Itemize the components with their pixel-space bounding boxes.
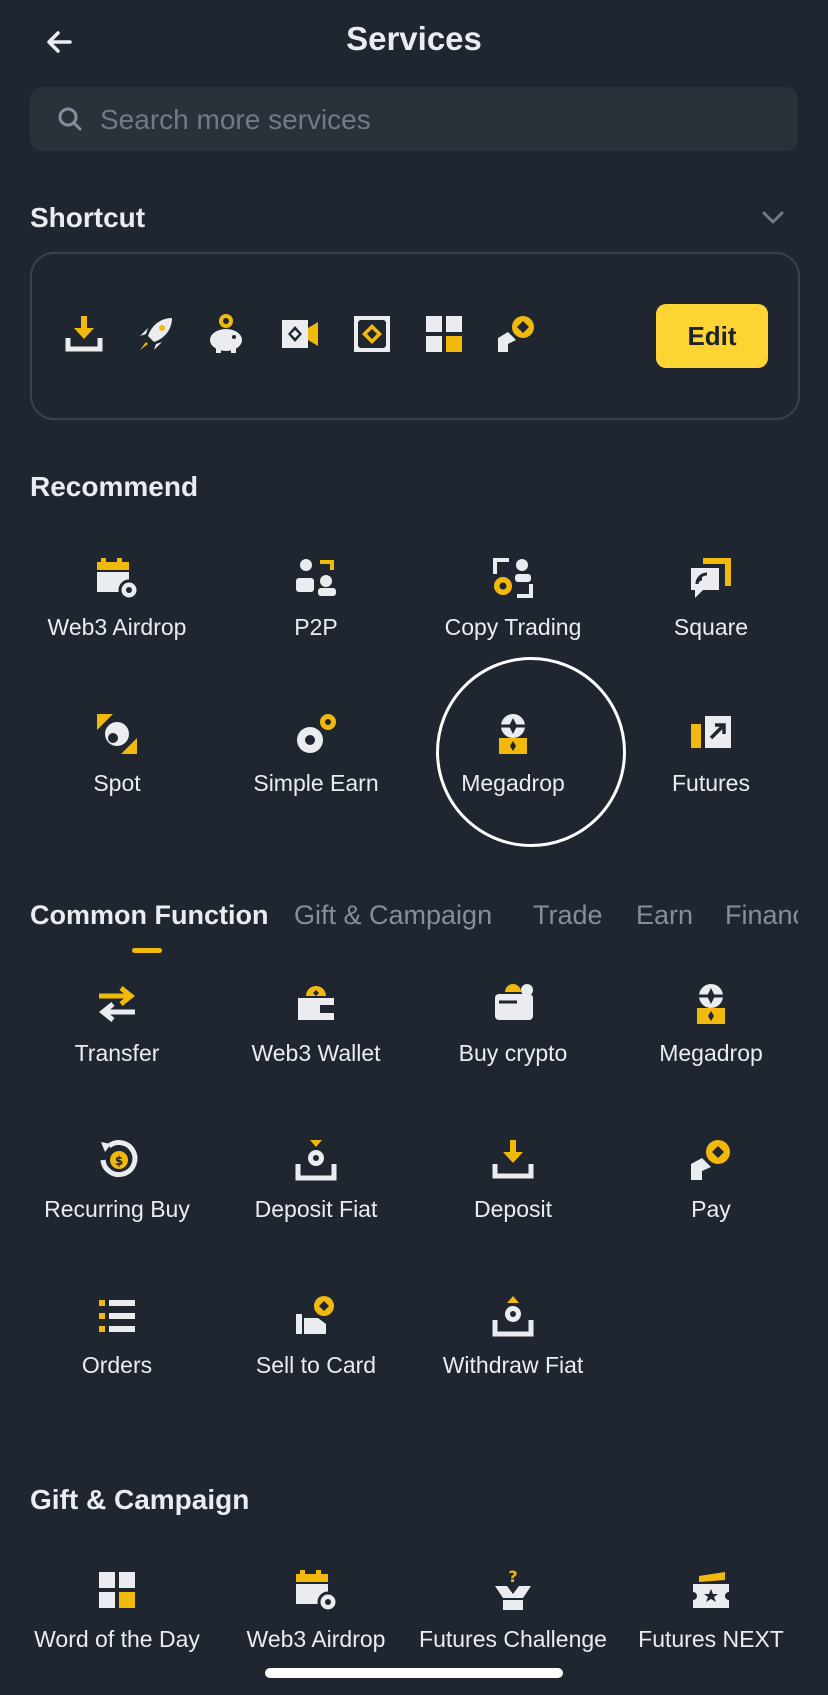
service-label: Word of the Day	[34, 1626, 200, 1652]
pay-icon[interactable]	[496, 314, 536, 354]
service-copy-trading[interactable]: Copy Trading	[413, 556, 613, 641]
service-label: Simple Earn	[253, 770, 379, 796]
futures-icon	[691, 716, 731, 748]
active-tab-indicator	[132, 948, 162, 953]
service-label: Web3 Airdrop	[246, 1626, 386, 1652]
service-word-of-the-day[interactable]: Word of the Day	[17, 1568, 217, 1653]
service-label: Deposit	[474, 1196, 552, 1222]
shortcut-title: Shortcut	[30, 202, 146, 233]
svg-text:?: ?	[508, 1568, 517, 1586]
highlight-ring	[436, 657, 626, 847]
service-withdraw-fiat[interactable]: Withdraw Fiat	[413, 1294, 613, 1379]
service-web3-wallet[interactable]: Web3 Wallet	[216, 982, 416, 1067]
people-icon	[296, 559, 336, 596]
service-label: Web3 Airdrop	[47, 614, 187, 640]
svg-text:$: $	[115, 1154, 123, 1168]
ticket-icon	[693, 1572, 729, 1608]
challenge-icon: ?	[495, 1568, 531, 1610]
orders-icon	[99, 1300, 135, 1332]
gift-campaign-title: Gift & Campaign	[30, 1484, 250, 1515]
service-futures-next[interactable]: Futures NEXT	[611, 1568, 811, 1653]
service-transfer[interactable]: Transfer	[17, 982, 217, 1067]
tab-finance[interactable]: Finance	[725, 900, 798, 931]
service-recurring-buy[interactable]: $ Recurring Buy	[17, 1138, 217, 1223]
service-label: Copy Trading	[444, 614, 582, 640]
tab-earn[interactable]: Earn	[636, 900, 693, 931]
tab-gift-campaign[interactable]: Gift & Campaign	[294, 900, 492, 931]
grid-icon[interactable]	[424, 314, 464, 354]
deposit-icon[interactable]	[64, 314, 104, 354]
service-label: Web3 Wallet	[251, 1040, 381, 1066]
withdraw-fiat-icon	[492, 1296, 534, 1337]
service-label: Futures Challenge	[419, 1626, 607, 1652]
service-futures-challenge[interactable]: ? Futures Challenge	[413, 1568, 613, 1653]
service-label: Megadrop	[659, 1040, 763, 1066]
service-label: Pay	[691, 1196, 731, 1222]
piggy-bank-icon[interactable]	[206, 314, 246, 354]
tab-common-function[interactable]: Common Function	[30, 900, 268, 931]
search-icon	[58, 107, 82, 131]
service-futures[interactable]: Futures	[611, 712, 811, 797]
service-orders[interactable]: Orders	[17, 1294, 217, 1379]
service-simple-earn[interactable]: Simple Earn	[216, 712, 416, 797]
megadrop-icon	[697, 984, 725, 1024]
calendar-airdrop-icon	[97, 558, 139, 600]
square-icon	[691, 558, 731, 598]
edit-shortcut-button[interactable]: Edit	[656, 304, 768, 368]
buy-crypto-icon	[495, 984, 533, 1020]
binance-pay-icon[interactable]	[280, 314, 320, 354]
recommend-title: Recommend	[30, 471, 199, 502]
service-megadrop-common[interactable]: Megadrop	[611, 982, 811, 1067]
recurring-icon: $	[100, 1140, 138, 1178]
service-label: Orders	[81, 1352, 153, 1378]
service-label: Buy crypto	[458, 1040, 568, 1066]
grid-icon	[99, 1572, 135, 1608]
service-buy-crypto[interactable]: Buy crypto	[413, 982, 613, 1067]
sell-card-icon	[296, 1296, 334, 1334]
service-square[interactable]: Square	[611, 556, 811, 641]
service-p2p[interactable]: P2P	[216, 556, 416, 641]
service-pay[interactable]: Pay	[611, 1138, 811, 1223]
service-deposit-fiat[interactable]: Deposit Fiat	[216, 1138, 416, 1223]
service-label: P2P	[294, 614, 338, 640]
service-spot[interactable]: Spot	[17, 712, 217, 797]
spot-icon	[97, 714, 137, 754]
service-label: Deposit Fiat	[254, 1196, 378, 1222]
service-label: Square	[673, 614, 749, 640]
header: Services	[0, 0, 828, 86]
service-label: Transfer	[74, 1040, 160, 1066]
coins-icon	[297, 714, 336, 753]
page-title: Services	[346, 20, 482, 57]
tab-trade[interactable]: Trade	[533, 900, 603, 931]
deposit-icon	[492, 1140, 534, 1179]
service-label: Futures NEXT	[638, 1626, 784, 1652]
calendar-airdrop-icon	[296, 1570, 338, 1612]
service-label: Spot	[93, 770, 141, 796]
service-sell-to-card[interactable]: Sell to Card	[216, 1294, 416, 1379]
search-input[interactable]	[98, 87, 782, 153]
copy-trading-icon	[493, 558, 533, 598]
launchpool-icon[interactable]	[352, 314, 392, 354]
service-label: Withdraw Fiat	[442, 1352, 584, 1378]
service-deposit[interactable]: Deposit	[413, 1138, 613, 1223]
rocket-icon[interactable]	[136, 314, 176, 354]
service-web3-airdrop[interactable]: Web3 Airdrop	[17, 556, 217, 641]
deposit-fiat-icon	[295, 1140, 337, 1181]
service-label: Sell to Card	[255, 1352, 377, 1378]
service-label: Recurring Buy	[44, 1196, 190, 1222]
service-label: Futures	[672, 770, 750, 796]
home-indicator[interactable]	[265, 1668, 563, 1678]
search-bar[interactable]	[30, 87, 798, 153]
chevron-down-icon[interactable]	[760, 204, 786, 230]
transfer-icon	[98, 986, 136, 1022]
service-web3-airdrop-gift[interactable]: Web3 Airdrop	[216, 1568, 416, 1653]
pay-icon	[691, 1140, 730, 1180]
wallet-icon	[298, 986, 334, 1020]
